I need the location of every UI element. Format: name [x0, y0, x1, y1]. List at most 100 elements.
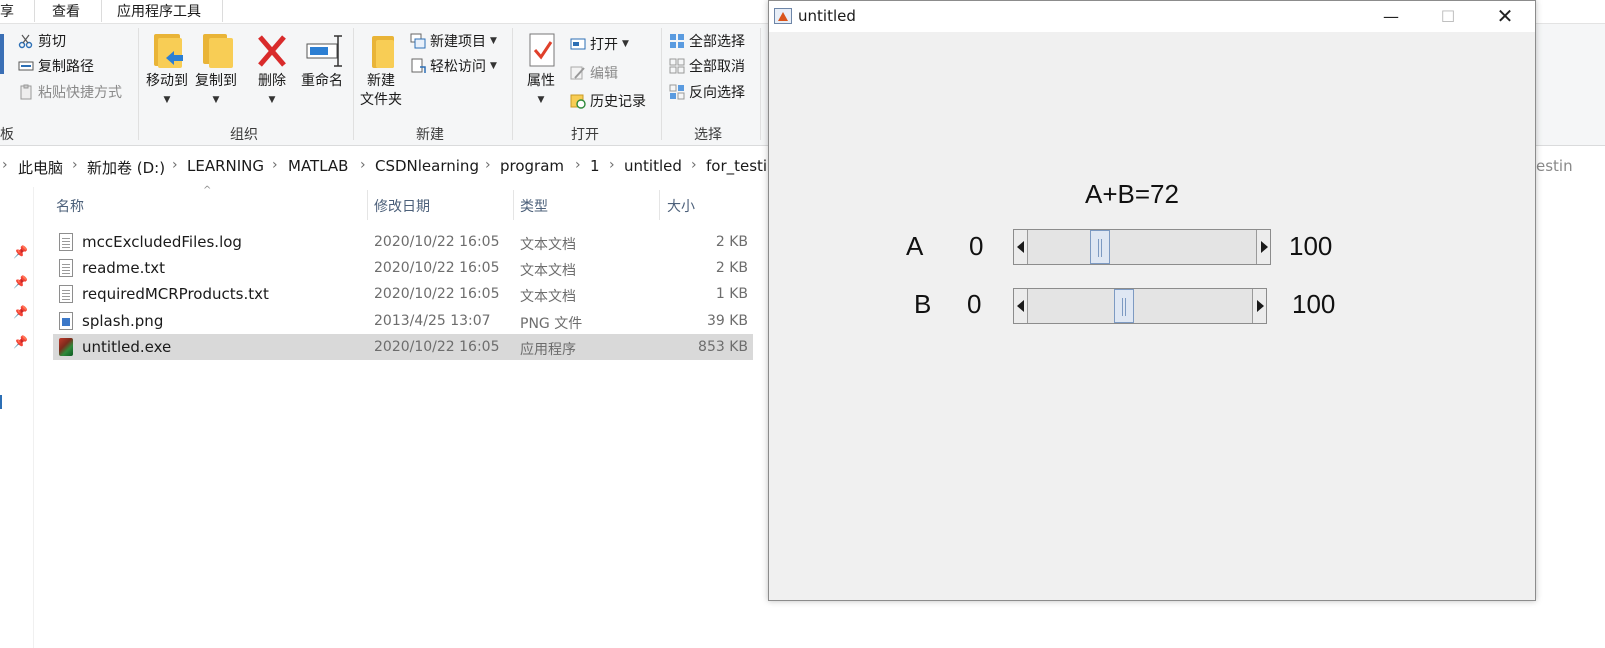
- open-group-label: 打开: [571, 127, 599, 143]
- sort-ascending-icon: ^: [203, 185, 212, 196]
- delete-button[interactable]: 删除 ▼: [252, 32, 292, 110]
- breadcrumb-item[interactable]: 1: [590, 157, 600, 175]
- rename-button[interactable]: 重命名: [298, 32, 346, 91]
- new-item-button[interactable]: 新建项目 ▼: [410, 30, 497, 52]
- file-size: 2 KB: [715, 234, 748, 250]
- copy-to-button[interactable]: 复制到 ▼: [193, 32, 239, 110]
- file-row[interactable]: requiredMCRProducts.txt 2020/10/22 16:05…: [53, 281, 753, 307]
- breadcrumb-item[interactable]: CSDNlearning: [375, 157, 479, 175]
- new-folder-button[interactable]: 新建 文件夹: [358, 32, 404, 110]
- pin-icon[interactable]: 📌: [13, 275, 28, 289]
- copy-path-button[interactable]: 复制路径: [18, 55, 94, 77]
- column-divider[interactable]: [513, 190, 514, 220]
- properties-label: 属性: [527, 73, 555, 89]
- file-size: 39 KB: [706, 313, 748, 329]
- breadcrumb-item[interactable]: LEARNING: [187, 157, 264, 175]
- select-none-label: 全部取消: [689, 59, 745, 75]
- maximize-button[interactable]: ☐: [1419, 1, 1477, 32]
- slider-track[interactable]: [1028, 230, 1256, 264]
- sum-result-text: A+B=72: [1085, 179, 1179, 209]
- cut-button[interactable]: 剪切: [18, 30, 66, 52]
- open-label: 打开: [590, 37, 618, 53]
- chevron-down-icon: ▼: [537, 95, 545, 105]
- slider-b-min-label: 0: [967, 289, 982, 319]
- minimize-button[interactable]: —: [1362, 1, 1420, 32]
- breadcrumb-item[interactable]: untitled: [624, 157, 682, 175]
- search-box-text[interactable]: estin: [1536, 157, 1573, 175]
- chevron-right-icon: ›: [72, 157, 78, 173]
- chevron-right-icon: ›: [485, 157, 491, 173]
- scissors-icon: [18, 33, 34, 49]
- history-button[interactable]: 历史记录: [570, 90, 646, 112]
- pin-icon[interactable]: 📌: [13, 335, 28, 349]
- file-row[interactable]: readme.txt 2020/10/22 16:05 文本文档 2 KB: [53, 255, 753, 281]
- file-type: 文本文档: [520, 263, 576, 279]
- slider-right-arrow-icon[interactable]: [1252, 289, 1266, 323]
- column-header-name[interactable]: 名称: [56, 196, 84, 216]
- paste-shortcut-label: 粘贴快捷方式: [38, 85, 122, 101]
- slider-a-min-label: 0: [969, 231, 984, 261]
- chevron-right-icon: ›: [272, 157, 278, 173]
- move-to-label: 移动到: [146, 73, 188, 89]
- slider-b-max-label: 100: [1292, 289, 1336, 319]
- select-all-icon: [669, 33, 685, 49]
- file-row[interactable]: mccExcludedFiles.log 2020/10/22 16:05 文本…: [53, 229, 753, 255]
- invert-selection-button[interactable]: 反向选择: [669, 81, 745, 103]
- figure-title: untitled: [798, 7, 856, 25]
- figure-title-bar[interactable]: untitled — ☐ ✕: [769, 1, 1535, 32]
- column-header-modified[interactable]: 修改日期: [374, 196, 430, 216]
- column-header-type[interactable]: 类型: [520, 196, 548, 216]
- edit-button[interactable]: 编辑: [570, 62, 618, 84]
- column-divider[interactable]: [659, 190, 660, 220]
- chevron-right-icon: ›: [2, 157, 8, 173]
- easy-access-label: 轻松访问: [430, 59, 486, 75]
- move-to-icon: [150, 32, 184, 70]
- pin-icon[interactable]: 📌: [13, 245, 28, 259]
- column-header-size[interactable]: 大小: [667, 196, 695, 216]
- slider-left-arrow-icon[interactable]: [1014, 289, 1028, 323]
- tab-view[interactable]: 查看: [52, 1, 80, 21]
- select-all-button[interactable]: 全部选择: [669, 30, 745, 52]
- slider-left-arrow-icon[interactable]: [1014, 230, 1028, 264]
- select-group-label: 选择: [694, 127, 722, 143]
- delete-label: 删除: [258, 73, 286, 89]
- slider-thumb[interactable]: [1090, 230, 1110, 264]
- easy-access-button[interactable]: 轻松访问 ▼: [410, 55, 497, 77]
- copy-to-label: 复制到: [195, 73, 237, 89]
- properties-button[interactable]: 属性 ▼: [518, 32, 564, 110]
- new-group-label: 新建: [416, 127, 444, 143]
- paste-shortcut-button[interactable]: 粘贴快捷方式: [18, 81, 122, 103]
- slider-track[interactable]: [1028, 289, 1252, 323]
- text-file-icon: [59, 233, 73, 251]
- slider-a-max-label: 100: [1289, 231, 1333, 261]
- new-folder-icon: [364, 32, 398, 70]
- chevron-right-icon: ›: [360, 157, 366, 173]
- breadcrumb-item[interactable]: 此电脑: [18, 157, 63, 178]
- breadcrumb-item[interactable]: program: [500, 157, 564, 175]
- edit-pencil-icon: [570, 65, 586, 81]
- breadcrumb-item[interactable]: for_testin: [706, 157, 777, 175]
- slider-right-arrow-icon[interactable]: [1256, 230, 1270, 264]
- file-size: 853 KB: [698, 339, 748, 355]
- file-name: readme.txt: [82, 259, 166, 277]
- file-row[interactable]: splash.png 2013/4/25 13:07 PNG 文件 39 KB: [53, 308, 753, 334]
- open-button[interactable]: 打开 ▼: [570, 33, 629, 55]
- slider-thumb[interactable]: [1114, 289, 1134, 323]
- select-none-icon: [669, 58, 685, 74]
- pin-icon[interactable]: 📌: [13, 305, 28, 319]
- tab-application-tools[interactable]: 应用程序工具: [117, 1, 201, 21]
- move-to-button[interactable]: 移动到 ▼: [144, 32, 190, 110]
- select-none-button[interactable]: 全部取消: [669, 55, 745, 77]
- close-button[interactable]: ✕: [1476, 1, 1534, 32]
- breadcrumb-item[interactable]: 新加卷 (D:): [87, 157, 165, 178]
- slider-a[interactable]: [1013, 229, 1271, 265]
- breadcrumb-item[interactable]: MATLAB: [288, 157, 348, 175]
- copy-to-icon: [199, 32, 233, 70]
- slider-b[interactable]: [1013, 288, 1267, 324]
- file-row-selected[interactable]: untitled.exe 2020/10/22 16:05 应用程序 853 K…: [53, 334, 753, 360]
- tab-share[interactable]: 享: [0, 1, 14, 21]
- ribbon-group-divider: [138, 28, 139, 140]
- column-divider[interactable]: [367, 190, 368, 220]
- paste-icon[interactable]: [0, 34, 4, 74]
- file-modified: 2020/10/22 16:05: [374, 286, 500, 302]
